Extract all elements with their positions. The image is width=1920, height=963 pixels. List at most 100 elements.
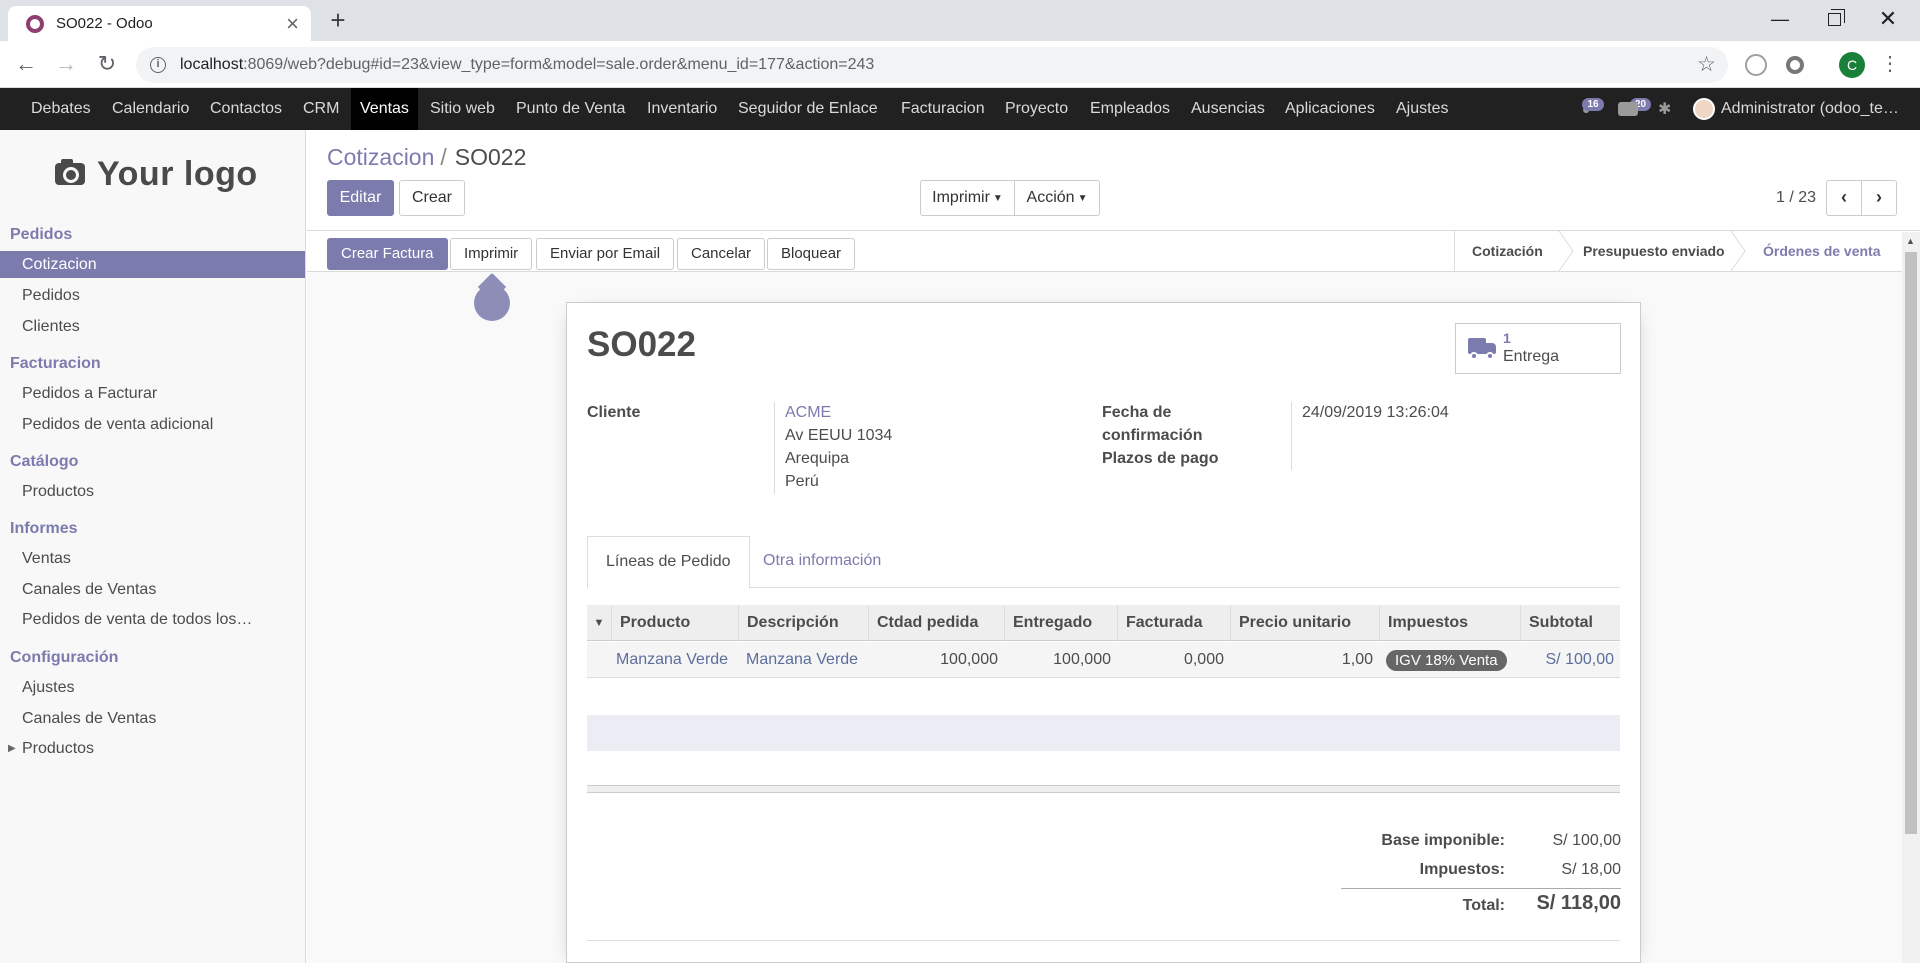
delivery-count: 1 xyxy=(1503,330,1511,346)
bookmark-star-icon[interactable]: ☆ xyxy=(1697,52,1716,77)
sidebar-item-productos-config[interactable]: ▶ Productos xyxy=(0,735,305,762)
sidebar-item-pedidos-todos[interactable]: Pedidos de venta de todos los… xyxy=(0,606,305,633)
print-button[interactable]: Imprimir xyxy=(450,238,533,270)
confirmation-date-label-1: Fecha de xyxy=(1102,404,1172,421)
total-label: Total: xyxy=(1462,897,1505,914)
debug-bug-icon[interactable]: ✱ xyxy=(1658,88,1671,130)
menu-item-empleados[interactable]: Empleados xyxy=(1081,88,1179,130)
create-invoice-button[interactable]: Crear Factura xyxy=(327,238,448,270)
menu-item-punto-de-venta[interactable]: Punto de Venta xyxy=(507,88,634,130)
menu-item-ajustes[interactable]: Ajustes xyxy=(1387,88,1457,130)
menu-item-ausencias[interactable]: Ausencias xyxy=(1182,88,1274,130)
customer-label: Cliente xyxy=(587,404,641,421)
column-header-subtotal[interactable]: Subtotal xyxy=(1520,605,1620,641)
stage-ordenes-de-venta[interactable]: Órdenes de venta xyxy=(1763,231,1881,271)
menu-item-debates[interactable]: Debates xyxy=(22,88,100,130)
menu-item-inventario[interactable]: Inventario xyxy=(638,88,726,130)
pager-next-icon[interactable]: › xyxy=(1861,180,1897,216)
menu-item-proyecto[interactable]: Proyecto xyxy=(996,88,1077,130)
stage-cotizacion[interactable]: Cotización xyxy=(1472,231,1543,271)
pager-previous-icon[interactable]: ‹ xyxy=(1826,180,1862,216)
tab-lineas-de-pedido[interactable]: Líneas de Pedido xyxy=(587,536,750,589)
url-text[interactable]: localhost:8069/web?debug#id=23&view_type… xyxy=(180,56,874,74)
browser-menu-icon[interactable]: ⋮ xyxy=(1880,51,1900,77)
pager-value[interactable]: 1 / 23 xyxy=(1776,189,1816,207)
scrollbar[interactable]: ▲ xyxy=(1902,232,1920,963)
line-description[interactable]: Manzana Verde xyxy=(746,642,858,678)
address-bar[interactable]: i localhost:8069/web?debug#id=23&view_ty… xyxy=(136,47,1728,83)
menu-item-contactos[interactable]: Contactos xyxy=(201,88,291,130)
breadcrumb-parent-link[interactable]: Cotizacion xyxy=(327,144,434,170)
new-tab-icon[interactable]: + xyxy=(324,6,352,34)
line-invoiced: 0,000 xyxy=(1183,651,1224,668)
menu-item-crm[interactable]: CRM xyxy=(294,88,348,130)
menu-item-facturacion[interactable]: Facturacion xyxy=(892,88,994,130)
profile-avatar[interactable]: C xyxy=(1839,52,1865,78)
menu-item-seguidor-de-enlace[interactable]: Seguidor de Enlace xyxy=(729,88,887,130)
column-header-entregado[interactable]: Entregado xyxy=(1004,605,1117,641)
column-header-descripcion[interactable]: Descripción xyxy=(738,605,868,641)
column-header-facturada[interactable]: Facturada xyxy=(1117,605,1230,641)
sidebar-item-pedidos-venta-adicional[interactable]: Pedidos de venta adicional xyxy=(0,411,305,438)
sidebar-item-canales-de-ventas-config[interactable]: Canales de Ventas xyxy=(0,705,305,732)
extension-icon[interactable] xyxy=(1745,54,1767,76)
company-logo: Your logo xyxy=(55,154,258,194)
sort-caret-icon[interactable]: ▼ xyxy=(587,605,611,641)
sidebar-item-clientes[interactable]: Clientes xyxy=(0,313,305,340)
create-button[interactable]: Crear xyxy=(399,180,465,216)
activity-menu[interactable]: ● 16 xyxy=(1582,88,1604,130)
reload-icon[interactable]: ↻ xyxy=(91,49,123,81)
company-logo-text: Your logo xyxy=(97,154,258,193)
site-info-icon[interactable]: i xyxy=(150,57,166,73)
menu-item-sitio-web[interactable]: Sitio web xyxy=(421,88,504,130)
sidebar-item-cotizacion[interactable]: Cotizacion xyxy=(0,251,305,278)
column-header-impuestos[interactable]: Impuestos xyxy=(1379,605,1520,641)
menu-item-aplicaciones[interactable]: Aplicaciones xyxy=(1276,88,1384,130)
customer-name-link[interactable]: ACME xyxy=(785,401,831,424)
tab-otra-informacion[interactable]: Otra información xyxy=(745,536,899,588)
column-header-producto[interactable]: Producto xyxy=(611,605,738,641)
confirmation-date-label-2: confirmación xyxy=(1102,427,1203,444)
sidebar-item-ajustes[interactable]: Ajustes xyxy=(0,674,305,701)
scroll-up-icon[interactable]: ▲ xyxy=(1906,236,1915,246)
cancel-button[interactable]: Cancelar xyxy=(677,238,766,270)
delivery-smart-button[interactable]: 1 Entrega xyxy=(1455,323,1621,374)
action-dropdown[interactable]: Acción ▼ xyxy=(1014,180,1100,216)
sidebar-item-canales-de-ventas[interactable]: Canales de Ventas xyxy=(0,576,305,603)
stage-presupuesto-enviado[interactable]: Presupuesto enviado xyxy=(1583,231,1725,271)
extension-icon-2[interactable] xyxy=(1786,56,1804,74)
column-header-ctdad-pedida[interactable]: Ctdad pedida xyxy=(868,605,1004,641)
sidebar-item-pedidos[interactable]: Pedidos xyxy=(0,282,305,309)
messaging-menu[interactable]: 20 xyxy=(1618,88,1652,130)
lock-button[interactable]: Bloquear xyxy=(767,238,856,270)
sidebar-item-productos[interactable]: Productos xyxy=(0,478,305,505)
sidebar-item-pedidos-a-facturar[interactable]: Pedidos a Facturar xyxy=(0,380,305,407)
payment-terms-label: Plazos de pago xyxy=(1102,450,1219,467)
close-tab-icon[interactable]: × xyxy=(286,12,299,35)
sidebar-item-label: Productos xyxy=(22,740,95,757)
browser-tab[interactable]: SO022 - Odoo × xyxy=(8,6,311,41)
sidebar-section-pedidos: Pedidos xyxy=(10,226,73,243)
scrollbar-thumb[interactable] xyxy=(1905,252,1917,834)
menu-item-ventas[interactable]: Ventas xyxy=(351,88,418,130)
browser-tabstrip: SO022 - Odoo × + — ✕ xyxy=(0,0,1920,41)
table-row[interactable]: Manzana Verde Manzana Verde 100,000 100,… xyxy=(587,642,1620,678)
table-header: ▼ Producto Descripción Ctdad pedida Entr… xyxy=(587,605,1620,641)
print-dropdown[interactable]: Imprimir ▼ xyxy=(920,180,1015,216)
caret-down-icon: ▼ xyxy=(992,193,1003,204)
sidebar-item-ventas[interactable]: Ventas xyxy=(0,545,305,572)
send-email-button[interactable]: Enviar por Email xyxy=(536,238,675,270)
user-menu[interactable]: Administrator (odoo_te… xyxy=(1693,88,1899,130)
stage-chevron-icon xyxy=(1730,231,1746,271)
table-footer xyxy=(587,785,1620,793)
line-product[interactable]: Manzana Verde xyxy=(616,642,728,678)
column-header-precio-unitario[interactable]: Precio unitario xyxy=(1230,605,1379,641)
forward-arrow-icon[interactable]: → xyxy=(50,49,82,81)
close-window-icon[interactable]: ✕ xyxy=(1860,0,1916,41)
menu-item-calendario[interactable]: Calendario xyxy=(103,88,198,130)
impuestos-label: Impuestos: xyxy=(1419,861,1505,878)
minimize-window-icon[interactable]: — xyxy=(1752,0,1808,41)
restore-window-icon[interactable] xyxy=(1806,0,1862,41)
back-arrow-icon[interactable]: ← xyxy=(10,49,42,81)
edit-button[interactable]: Editar xyxy=(327,180,394,216)
